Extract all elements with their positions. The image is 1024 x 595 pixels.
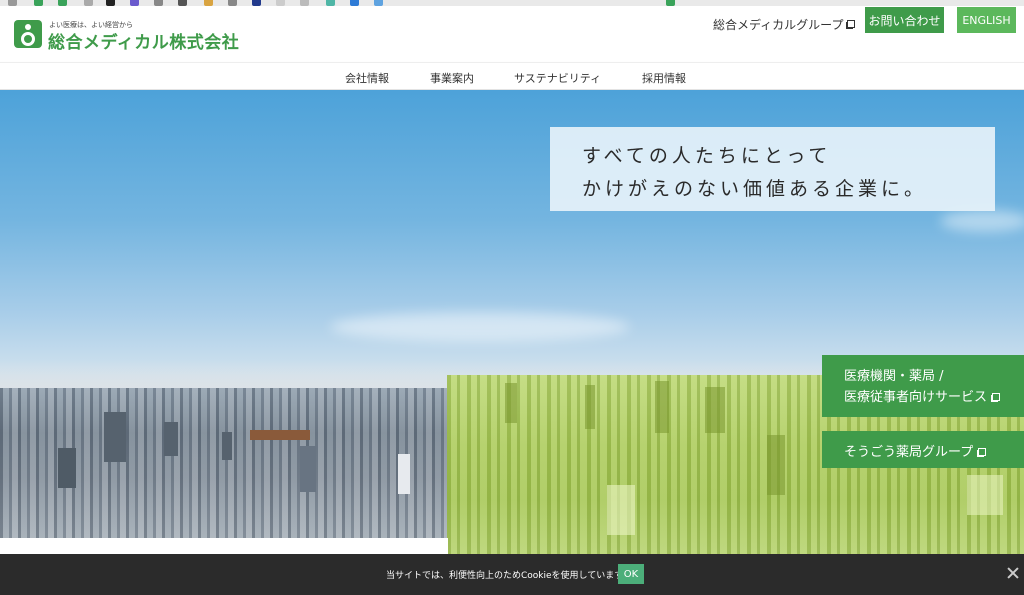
group-link-label: 総合メディカルグループ [713,18,844,32]
building [164,422,178,456]
cloud [330,312,630,342]
nav-item-business[interactable]: 事業案内 [430,70,474,86]
hero-catchphrase-box: すべての人たちにとって かけがえのない価値ある企業に。 [550,127,995,211]
nav-item-company[interactable]: 会社情報 [345,70,389,86]
building [585,385,595,429]
external-link-icon [846,20,856,29]
city-skyline-image [0,388,448,538]
building [705,387,725,433]
park-trees [250,430,310,440]
group-site-link[interactable]: 総合メディカルグループ [713,16,856,33]
building [655,381,669,433]
cookie-consent-bar: 当サイトでは、利便性向上のためCookieを使用しています。 OK [0,554,1024,595]
building [767,435,785,495]
global-nav: 会社情報 事業案内 サステナビリティ 採用情報 [0,62,1024,90]
contact-button[interactable]: お問い合わせ [865,7,944,33]
medical-services-line-2: 医療従事者向けサービス [844,390,988,405]
sougou-pharmacy-label: そうごう薬局グループ [844,445,974,460]
external-link-icon [991,393,1001,402]
catchphrase-line-1: すべての人たちにとって [582,145,832,167]
hero-bottom-strip [0,538,448,554]
company-name-logo[interactable]: 総合メディカル株式会社 [48,28,239,53]
building [222,432,232,460]
building [607,485,635,535]
external-link-icon [977,448,987,457]
building [505,383,517,423]
nav-item-recruit[interactable]: 採用情報 [642,70,686,86]
building [300,446,316,492]
english-button[interactable]: ENGLISH [957,7,1016,33]
site-header: よい医療は、よい経営から 総合メディカル株式会社 総合メディカルグループ お問い… [0,6,1024,62]
building [398,454,410,494]
catchphrase-line-2: かけがえのない価値ある企業に。 [582,178,928,200]
sougou-pharmacy-button[interactable]: そうごう薬局グループ [822,431,1024,468]
close-icon[interactable] [1006,566,1020,580]
medical-services-button[interactable]: 医療機関・薬局 / 医療従事者向けサービス [822,355,1024,417]
building [967,475,1003,515]
building [104,412,126,462]
building [58,448,76,488]
hero-section: すべての人たちにとって かけがえのない価値ある企業に。 医療機関・薬局 / 医療… [0,90,1024,554]
company-logo-icon[interactable] [14,20,42,48]
nav-item-sustainability[interactable]: サステナビリティ [514,70,601,86]
medical-services-line-1: 医療機関・薬局 / [844,369,944,384]
cookie-message: 当サイトでは、利便性向上のためCookieを使用しています。 [386,571,632,581]
cloud [940,210,1024,232]
cookie-ok-button[interactable]: OK [618,564,644,584]
